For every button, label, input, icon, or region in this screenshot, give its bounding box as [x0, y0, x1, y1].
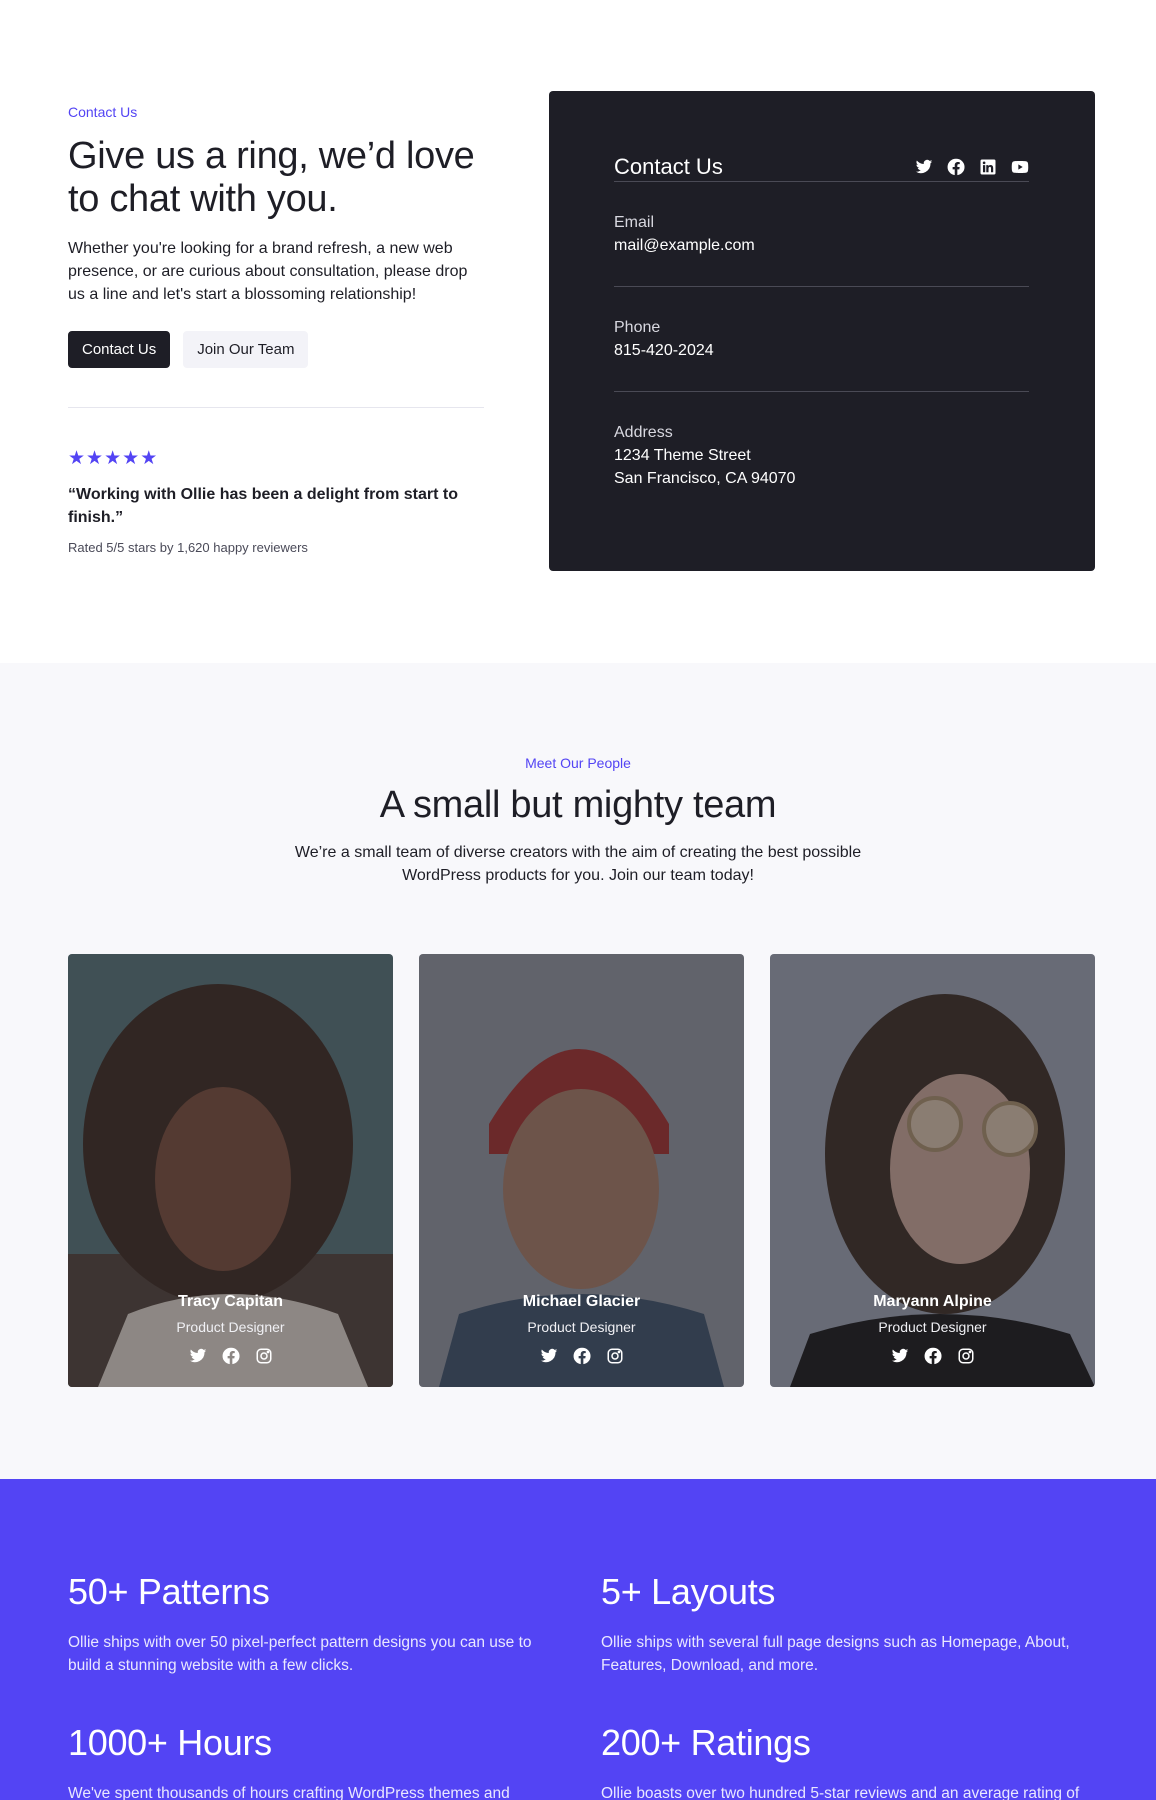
team-grid: Tracy Capitan Product Designer Michael G…	[68, 954, 1095, 1387]
stat-title: 50+ Patterns	[68, 1571, 270, 1612]
testimonial-quote: “Working with Ollie has been a delight f…	[68, 486, 458, 526]
email-label: Email	[614, 214, 655, 231]
facebook-icon[interactable]	[924, 1347, 942, 1365]
linkedin-icon[interactable]	[979, 158, 997, 176]
stat-text: We've spent thousands of hours crafting …	[68, 1785, 510, 1800]
contact-us-button[interactable]: Contact Us	[68, 331, 171, 368]
team-section: Meet Our People A small but mighty team …	[0, 663, 1156, 1479]
twitter-icon[interactable]	[891, 1347, 909, 1365]
team-description: We’re a small team of diverse creators w…	[294, 844, 862, 884]
address-line-2: San Francisco, CA 94070	[614, 470, 796, 487]
stats-section: 50+ Patterns Ollie ships with over 50 pi…	[0, 1479, 1156, 1800]
member-role: Product Designer	[878, 1319, 987, 1335]
email-value[interactable]: mail@example.com	[614, 234, 1029, 257]
stat-block: 200+ Ratings Ollie boasts over two hundr…	[601, 1722, 1086, 1800]
star-icon: ★	[86, 448, 104, 469]
member-role: Product Designer	[527, 1319, 636, 1335]
contact-title: Give us a ring, we’d love to chat with y…	[68, 135, 475, 220]
phone-block: Phone 815-420-2024	[614, 286, 1029, 391]
contact-section: Contact Us Give us a ring, we’d love to …	[0, 0, 1156, 663]
star-icon: ★	[104, 448, 122, 469]
instagram-icon[interactable]	[606, 1347, 624, 1365]
stat-text: Ollie ships with over 50 pixel-perfect p…	[68, 1634, 532, 1674]
rating-note: Rated 5/5 stars by 1,620 happy reviewers	[68, 540, 308, 555]
star-rating: ★ ★ ★ ★ ★	[68, 449, 484, 469]
contact-eyebrow: Contact Us	[68, 104, 138, 120]
member-social-links	[770, 1347, 1095, 1365]
social-links	[915, 158, 1029, 176]
stat-title: 5+ Layouts	[601, 1571, 776, 1612]
email-block: Email mail@example.com	[614, 181, 1029, 286]
twitter-icon[interactable]	[915, 158, 933, 176]
star-icon: ★	[140, 448, 158, 469]
team-member-card: Tracy Capitan Product Designer	[68, 954, 393, 1387]
stat-block: 50+ Patterns Ollie ships with over 50 pi…	[68, 1571, 553, 1677]
member-name: Michael Glacier	[522, 1293, 641, 1310]
member-name: Tracy Capitan	[178, 1293, 283, 1310]
star-icon: ★	[122, 448, 140, 469]
twitter-icon[interactable]	[189, 1347, 207, 1365]
facebook-icon[interactable]	[573, 1347, 591, 1365]
contact-card: Contact Us Email mail@example.com Phone …	[549, 91, 1095, 571]
member-name: Maryann Alpine	[873, 1293, 992, 1310]
youtube-icon[interactable]	[1011, 158, 1029, 176]
address-label: Address	[614, 424, 673, 441]
star-icon: ★	[68, 448, 86, 469]
phone-label: Phone	[614, 319, 661, 336]
stat-block: 5+ Layouts Ollie ships with several full…	[601, 1571, 1086, 1677]
stat-text: Ollie boasts over two hundred 5-star rev…	[601, 1785, 1080, 1800]
team-member-card: Michael Glacier Product Designer	[419, 954, 744, 1387]
contact-buttons: Contact Us Join Our Team	[68, 331, 484, 368]
stat-title: 200+ Ratings	[601, 1722, 811, 1763]
team-header: Meet Our People A small but mighty team …	[0, 755, 1156, 887]
divider	[68, 407, 484, 408]
stat-block: 1000+ Hours We've spent thousands of hou…	[68, 1722, 553, 1800]
team-member-card: Maryann Alpine Product Designer	[770, 954, 1095, 1387]
contact-card-title: Contact Us	[614, 154, 723, 179]
phone-value[interactable]: 815-420-2024	[614, 339, 1029, 362]
facebook-icon[interactable]	[947, 158, 965, 176]
contact-description: Whether you're looking for a brand refre…	[68, 240, 468, 303]
team-title: A small but mighty team	[379, 784, 777, 826]
team-eyebrow: Meet Our People	[525, 755, 631, 771]
address-line-1: 1234 Theme Street	[614, 447, 751, 464]
member-social-links	[419, 1347, 744, 1365]
join-our-team-button[interactable]: Join Our Team	[183, 331, 309, 368]
stat-title: 1000+ Hours	[68, 1722, 272, 1763]
facebook-icon[interactable]	[222, 1347, 240, 1365]
instagram-icon[interactable]	[957, 1347, 975, 1365]
twitter-icon[interactable]	[540, 1347, 558, 1365]
member-social-links	[68, 1347, 393, 1365]
address-block: Address 1234 Theme Street San Francisco,…	[614, 391, 1029, 519]
stat-text: Ollie ships with several full page desig…	[601, 1634, 1070, 1674]
instagram-icon[interactable]	[255, 1347, 273, 1365]
contact-card-header: Contact Us	[614, 153, 1029, 181]
contact-intro: Contact Us Give us a ring, we’d love to …	[68, 104, 484, 555]
member-role: Product Designer	[176, 1319, 285, 1335]
